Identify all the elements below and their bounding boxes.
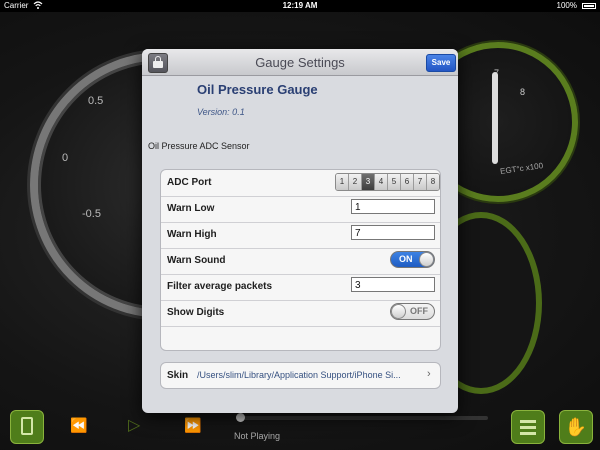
status-bar: Carrier 12:19 AM 100% bbox=[0, 0, 600, 12]
list-icon[interactable] bbox=[511, 410, 545, 444]
adc-port-segmented-control: 1 2 3 4 5 6 7 8 bbox=[335, 173, 440, 191]
adc-port-option[interactable]: 6 bbox=[401, 174, 414, 190]
fast-forward-icon[interactable]: ⏩ bbox=[184, 417, 201, 434]
row-show-digits: Show Digits OFF bbox=[161, 300, 440, 327]
adc-port-label: ADC Port bbox=[167, 177, 212, 188]
adc-port-option[interactable]: 2 bbox=[349, 174, 362, 190]
gauge-needle bbox=[492, 72, 498, 164]
battery-percent: 100% bbox=[556, 1, 577, 10]
skin-path: /Users/slim/Library/Application Support/… bbox=[197, 370, 401, 380]
warn-low-field[interactable]: 1 bbox=[351, 199, 435, 214]
filter-label: Filter average packets bbox=[167, 281, 273, 292]
row-warn-sound: Warn Sound ON bbox=[161, 248, 440, 275]
version-label: Version: 0.1 bbox=[197, 107, 245, 117]
clock: 12:19 AM bbox=[282, 1, 318, 10]
adc-port-option-selected[interactable]: 3 bbox=[362, 174, 375, 190]
toggle-state: ON bbox=[399, 254, 413, 264]
gauge-tick-label: -0.5 bbox=[82, 208, 101, 220]
warn-high-label: Warn High bbox=[167, 229, 217, 240]
toggle-state: OFF bbox=[410, 306, 428, 316]
toggle-knob bbox=[419, 252, 434, 267]
gauge-settings-dialog: Gauge Settings Save Oil Pressure Gauge V… bbox=[142, 49, 458, 413]
adc-port-option[interactable]: 8 bbox=[427, 174, 439, 190]
save-button[interactable]: Save bbox=[426, 54, 456, 72]
row-filter: Filter average packets 3 bbox=[161, 274, 440, 301]
toggle-knob bbox=[391, 304, 406, 319]
rewind-icon[interactable]: ⏪ bbox=[70, 417, 87, 434]
dialog-header: Gauge Settings Save bbox=[142, 49, 458, 76]
adc-port-option[interactable]: 4 bbox=[375, 174, 388, 190]
warn-low-label: Warn Low bbox=[167, 203, 215, 214]
row-warn-low: Warn Low 1 bbox=[161, 196, 440, 223]
adc-port-option[interactable]: 1 bbox=[336, 174, 349, 190]
warn-sound-toggle[interactable]: ON bbox=[390, 251, 435, 268]
skin-row[interactable]: Skin /Users/slim/Library/Application Sup… bbox=[160, 362, 441, 389]
warn-high-field[interactable]: 7 bbox=[351, 225, 435, 240]
gauge-tick-label: 0 bbox=[62, 152, 69, 164]
hand-icon[interactable]: ✋ bbox=[559, 410, 593, 444]
skin-label: Skin bbox=[167, 370, 189, 381]
playback-status: Not Playing bbox=[234, 431, 281, 441]
row-warn-high: Warn High 7 bbox=[161, 222, 440, 249]
warn-sound-label: Warn Sound bbox=[167, 255, 226, 266]
row-adc-port: ADC Port 1 2 3 4 5 6 7 8 bbox=[161, 170, 440, 197]
gauge-name: Oil Pressure Gauge bbox=[197, 82, 318, 97]
play-icon[interactable]: ▷ bbox=[128, 415, 140, 435]
show-digits-toggle[interactable]: OFF bbox=[390, 303, 435, 320]
adc-port-option[interactable]: 7 bbox=[414, 174, 427, 190]
progress-track[interactable] bbox=[236, 416, 488, 420]
chevron-right-icon: › bbox=[427, 368, 431, 380]
filter-field[interactable]: 3 bbox=[351, 277, 435, 292]
gauge-tick-label: 8 bbox=[520, 87, 526, 97]
ipod-icon[interactable] bbox=[10, 410, 44, 444]
sensor-label: Oil Pressure ADC Sensor bbox=[148, 141, 250, 151]
show-digits-label: Show Digits bbox=[167, 307, 225, 318]
dialog-title: Gauge Settings bbox=[255, 55, 345, 70]
gauge-tick-label: 0.5 bbox=[88, 95, 104, 107]
battery-icon bbox=[582, 3, 596, 9]
progress-knob[interactable] bbox=[236, 413, 245, 422]
settings-group: ADC Port 1 2 3 4 5 6 7 8 Warn Low 1 Warn… bbox=[160, 169, 441, 351]
adc-port-option[interactable]: 5 bbox=[388, 174, 401, 190]
